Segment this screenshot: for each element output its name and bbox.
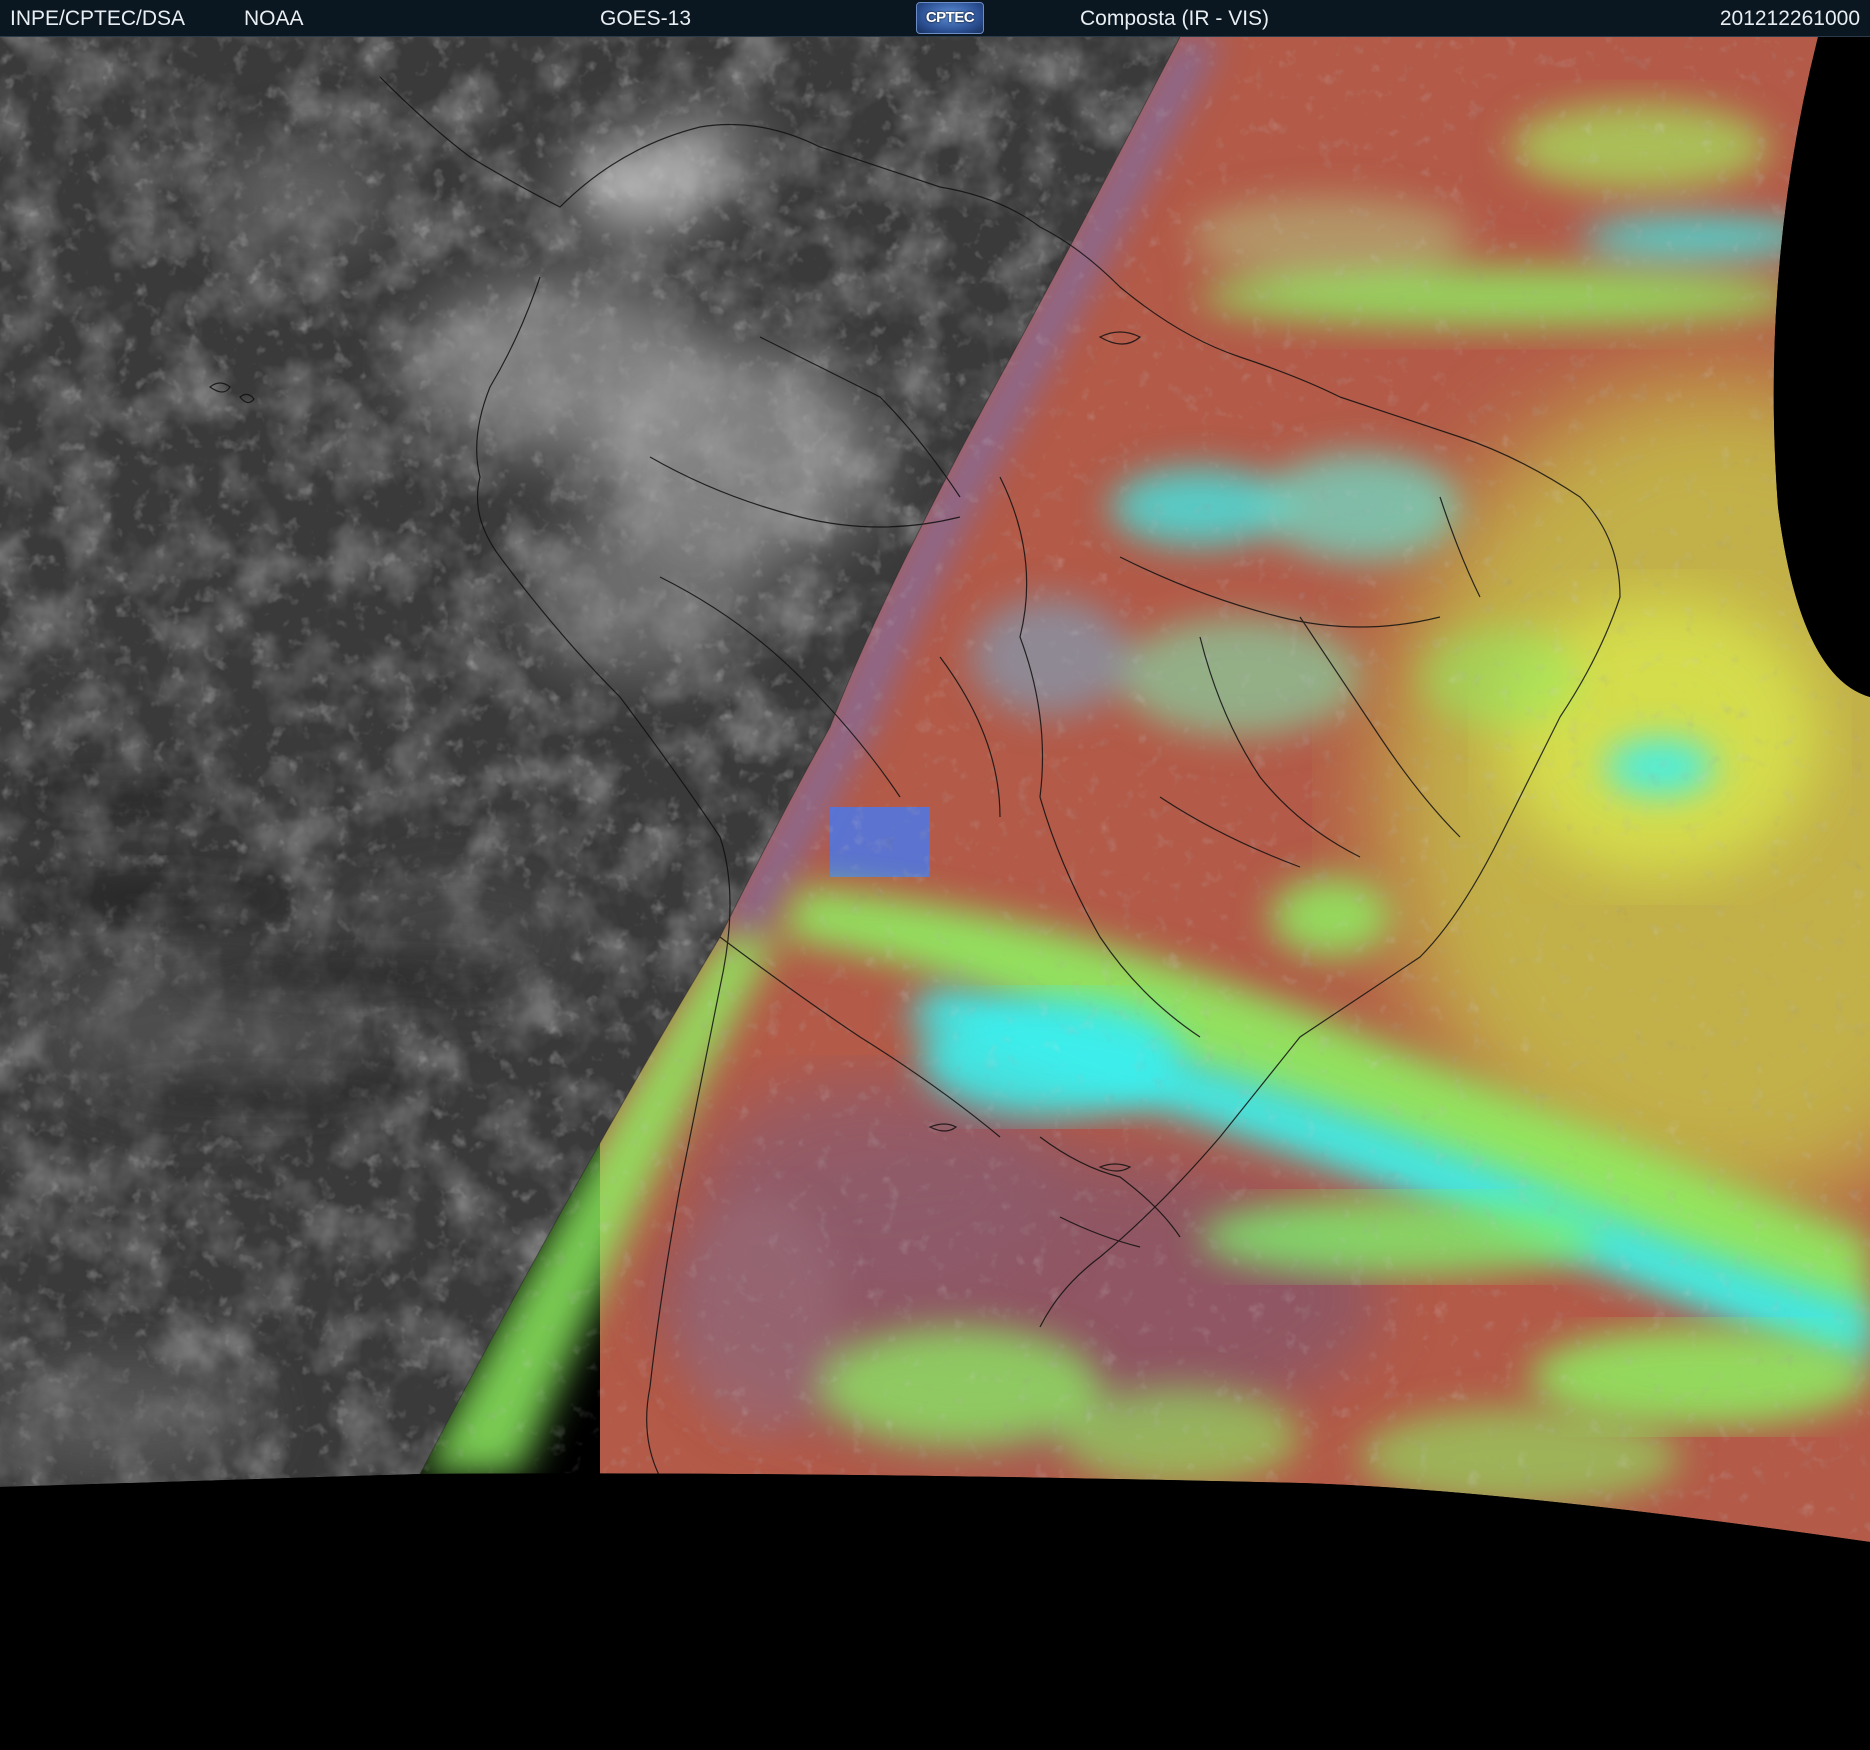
satellite-image bbox=[0, 37, 1870, 1750]
organization-label: INPE/CPTEC/DSA bbox=[10, 7, 186, 30]
satellite-composite-svg bbox=[0, 37, 1870, 1750]
product-label: Composta (IR - VIS) bbox=[1080, 7, 1270, 30]
timestamp-label: 201212261000 bbox=[1719, 7, 1860, 30]
agency-label: NOAA bbox=[244, 7, 304, 30]
cptec-logo: CPTEC bbox=[916, 2, 984, 34]
cptec-logo-text: CPTEC bbox=[925, 9, 975, 26]
header-bar: INPE/CPTEC/DSA NOAA GOES-13 CPTEC Compos… bbox=[0, 0, 1870, 37]
disk-edge-south bbox=[0, 1473, 1870, 1750]
satellite-label: GOES-13 bbox=[600, 7, 692, 30]
